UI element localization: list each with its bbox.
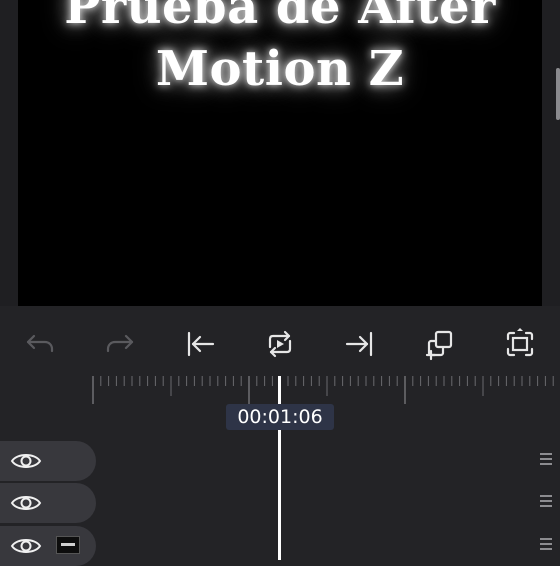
drag-handle-icon[interactable]: [540, 495, 552, 509]
preview-canvas[interactable]: Prueba de After Motion Z: [18, 0, 542, 306]
eye-icon[interactable]: [10, 449, 42, 473]
jump-to-end-button[interactable]: [340, 324, 380, 364]
copy-add-icon: [425, 330, 453, 361]
layer-header[interactable]: [0, 441, 96, 481]
drag-handle-icon[interactable]: [540, 453, 552, 467]
layer-header[interactable]: [0, 526, 96, 566]
fit-screen-button[interactable]: [500, 324, 540, 364]
jump-to-start-icon: [187, 331, 215, 357]
loop-play-icon: [268, 330, 292, 358]
preview-title-line2: Motion Z: [155, 41, 405, 97]
preview-area: Prueba de After Motion Z: [0, 0, 560, 306]
preview-title-line1: Prueba de After: [64, 0, 496, 35]
eye-icon[interactable]: [10, 534, 42, 558]
timecode-display: 00:01:06: [226, 404, 334, 430]
loop-play-button[interactable]: [260, 324, 300, 364]
redo-icon: [106, 334, 134, 353]
drag-handle-icon[interactable]: [540, 538, 552, 552]
layer-header[interactable]: [0, 483, 96, 523]
edit-toolbar: [0, 306, 560, 376]
undo-icon: [26, 334, 54, 353]
scrollbar-thumb[interactable]: [556, 68, 560, 120]
eye-icon[interactable]: [10, 491, 42, 515]
layer-thumbnail: [56, 536, 80, 554]
jump-to-end-icon: [345, 331, 373, 357]
redo-button[interactable]: [100, 324, 140, 364]
preview-title-text: Prueba de After Motion Z: [18, 0, 542, 100]
fit-screen-icon: [506, 328, 534, 357]
jump-to-start-button[interactable]: [180, 324, 220, 364]
duplicate-add-button[interactable]: [420, 324, 460, 364]
undo-button[interactable]: [20, 324, 60, 364]
